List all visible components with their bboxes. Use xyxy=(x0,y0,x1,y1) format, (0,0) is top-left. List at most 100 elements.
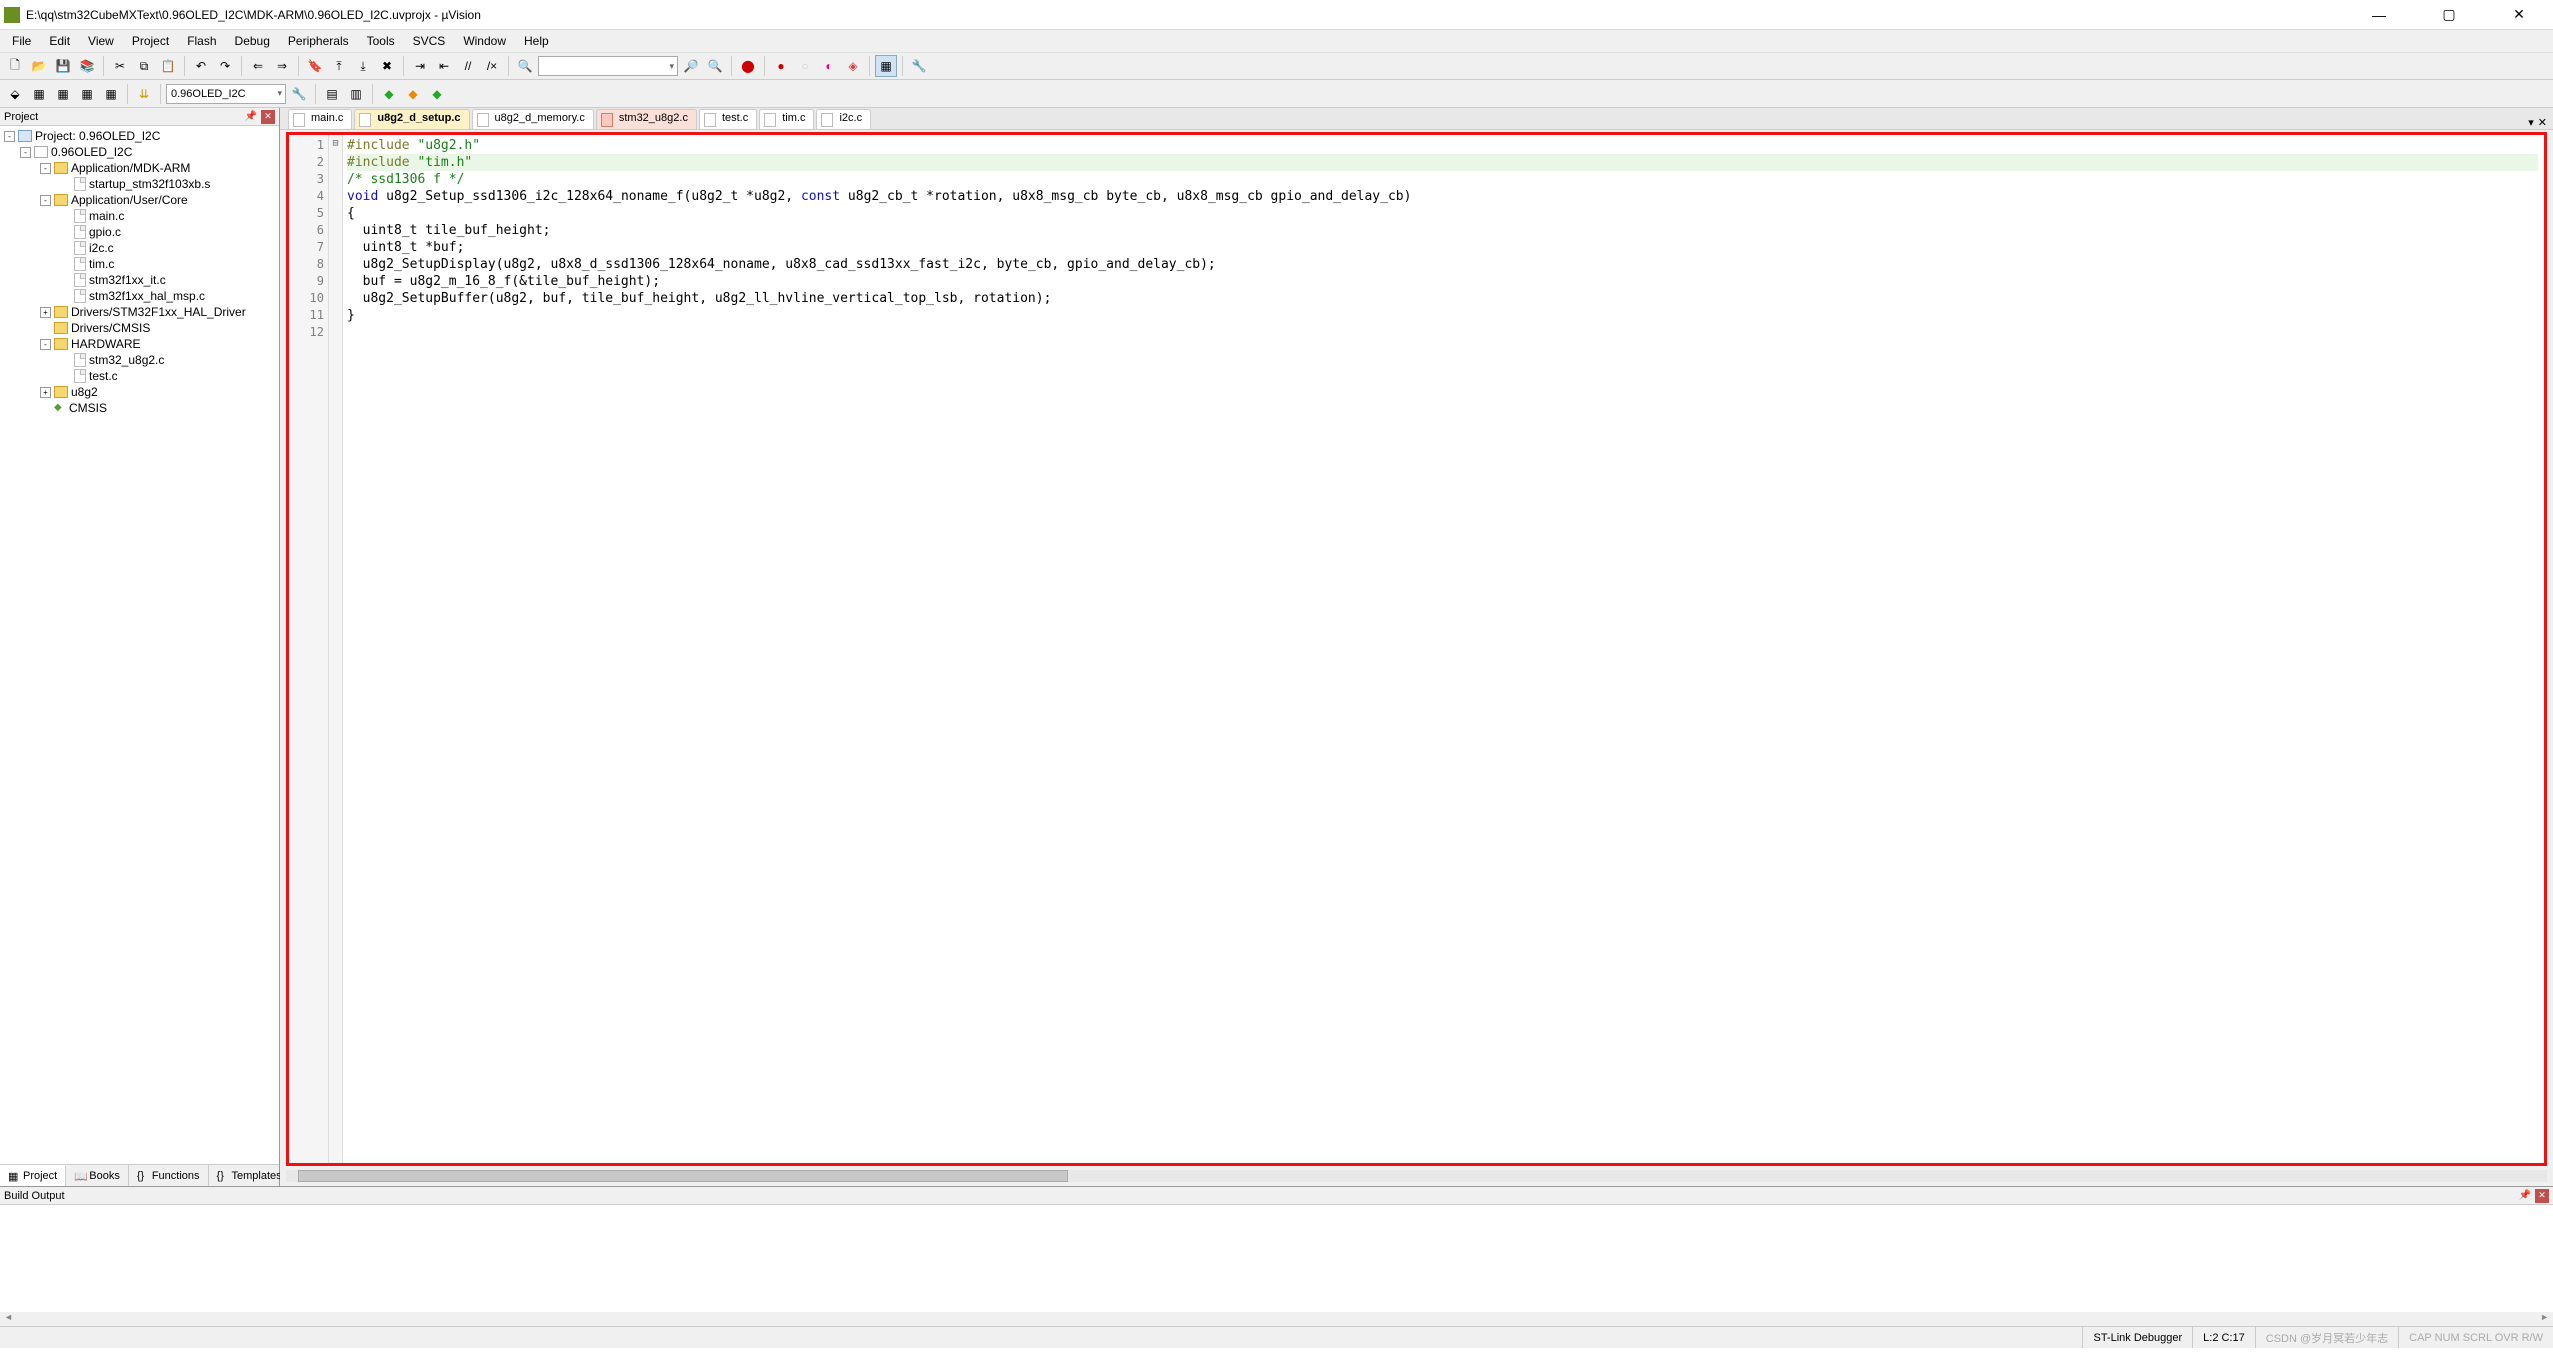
target-options-icon[interactable]: 🔧 xyxy=(288,83,310,105)
target-combo[interactable]: 0.96OLED_I2C xyxy=(166,84,286,104)
tree-node[interactable]: Drivers/CMSIS xyxy=(0,320,279,336)
menu-tools[interactable]: Tools xyxy=(359,32,403,50)
window-layout-icon[interactable]: ▦ xyxy=(875,55,897,77)
expand-icon[interactable]: + xyxy=(40,307,51,318)
expand-icon[interactable]: - xyxy=(40,163,51,174)
copy-icon[interactable]: ⧉ xyxy=(133,55,155,77)
panel-tab-functions[interactable]: {}Functions xyxy=(129,1165,209,1186)
doc-tab[interactable]: u8g2_d_memory.c xyxy=(472,109,594,129)
paste-icon[interactable]: 📋 xyxy=(157,55,179,77)
menu-window[interactable]: Window xyxy=(455,32,514,50)
project-tree[interactable]: -Project: 0.96OLED_I2C-0.96OLED_I2C-Appl… xyxy=(0,126,279,1164)
configure-icon[interactable]: 🔧 xyxy=(908,55,930,77)
menu-peripherals[interactable]: Peripherals xyxy=(280,32,357,50)
nav-fwd-icon[interactable]: ⇒ xyxy=(271,55,293,77)
uncomment-icon[interactable]: /× xyxy=(481,55,503,77)
download-icon[interactable]: ⇊ xyxy=(133,83,155,105)
save-all-icon[interactable]: 📚 xyxy=(76,55,98,77)
tree-node[interactable]: +u8g2 xyxy=(0,384,279,400)
expand-icon[interactable]: - xyxy=(20,147,31,158)
tree-node[interactable]: -0.96OLED_I2C xyxy=(0,144,279,160)
code-editor[interactable]: #include "u8g2.h"#include "tim.h"/* ssd1… xyxy=(343,135,2544,1163)
menu-debug[interactable]: Debug xyxy=(227,32,278,50)
menu-flash[interactable]: Flash xyxy=(179,32,224,50)
tree-node[interactable]: startup_stm32f103xb.s xyxy=(0,176,279,192)
menu-view[interactable]: View xyxy=(80,32,122,50)
tabs-dropdown-icon[interactable]: ▾ xyxy=(2528,116,2534,129)
expand-icon[interactable]: - xyxy=(40,195,51,206)
tree-node[interactable]: -Application/MDK-ARM xyxy=(0,160,279,176)
doc-tab[interactable]: u8g2_d_setup.c xyxy=(354,109,469,129)
tree-node[interactable]: i2c.c xyxy=(0,240,279,256)
nav-back-icon[interactable]: ⇐ xyxy=(247,55,269,77)
build-output-scrollbar[interactable]: ◄► xyxy=(0,1312,2553,1326)
bookmark-clear-icon[interactable]: ✖ xyxy=(376,55,398,77)
menu-project[interactable]: Project xyxy=(124,32,177,50)
doc-tab[interactable]: main.c xyxy=(288,109,352,129)
tree-node[interactable]: -HARDWARE xyxy=(0,336,279,352)
tree-node[interactable]: test.c xyxy=(0,368,279,384)
menu-help[interactable]: Help xyxy=(516,32,557,50)
panel-tab-books[interactable]: 📖Books xyxy=(66,1165,129,1186)
tree-node[interactable]: stm32f1xx_it.c xyxy=(0,272,279,288)
indent-icon[interactable]: ⇥ xyxy=(409,55,431,77)
breakpoint-insert-icon[interactable]: ● xyxy=(770,55,792,77)
doc-tab[interactable]: test.c xyxy=(699,109,757,129)
pin-icon[interactable]: 📌 xyxy=(2519,1190,2531,1201)
redo-icon[interactable]: ↷ xyxy=(214,55,236,77)
pin-icon[interactable]: 📌 xyxy=(245,111,257,122)
file-ext-icon[interactable]: ▥ xyxy=(345,83,367,105)
expand-icon[interactable]: + xyxy=(40,387,51,398)
doc-tab[interactable]: tim.c xyxy=(759,109,814,129)
expand-icon[interactable]: - xyxy=(40,339,51,350)
tabs-close-icon[interactable]: ✕ xyxy=(2538,116,2547,129)
rebuild-icon[interactable]: ▦ xyxy=(52,83,74,105)
tree-node[interactable]: -Project: 0.96OLED_I2C xyxy=(0,128,279,144)
close-button[interactable]: ✕ xyxy=(2499,5,2539,25)
tree-node[interactable]: +Drivers/STM32F1xx_HAL_Driver xyxy=(0,304,279,320)
new-file-icon[interactable]: 🗋 xyxy=(4,55,26,77)
bookmark-icon[interactable]: 🔖 xyxy=(304,55,326,77)
minimize-button[interactable]: — xyxy=(2359,5,2399,25)
build-output-body[interactable] xyxy=(0,1205,2553,1312)
tree-node[interactable]: main.c xyxy=(0,208,279,224)
comment-icon[interactable]: // xyxy=(457,55,479,77)
editor-h-scrollbar[interactable] xyxy=(286,1170,2547,1182)
incremental-find-icon[interactable]: 🔍 xyxy=(704,55,726,77)
save-icon[interactable]: 💾 xyxy=(52,55,74,77)
bookmark-prev-icon[interactable]: ⤒ xyxy=(328,55,350,77)
manage-rte-icon[interactable]: ◆ xyxy=(378,83,400,105)
find-in-files-icon[interactable]: 🔎 xyxy=(680,55,702,77)
pack-installer-icon[interactable]: ◆ xyxy=(426,83,448,105)
stop-build-icon[interactable]: ▦ xyxy=(100,83,122,105)
translate-icon[interactable]: ⬙ xyxy=(4,83,26,105)
tree-node[interactable]: stm32_u8g2.c xyxy=(0,352,279,368)
panel-tab-project[interactable]: ▦Project xyxy=(0,1165,66,1186)
menu-edit[interactable]: Edit xyxy=(41,32,78,50)
doc-tab[interactable]: stm32_u8g2.c xyxy=(596,109,697,129)
panel-close-icon[interactable]: ✕ xyxy=(261,110,275,124)
find-combo[interactable] xyxy=(538,56,678,76)
doc-tab[interactable]: i2c.c xyxy=(816,109,871,129)
select-packs-icon[interactable]: ◆ xyxy=(402,83,424,105)
open-file-icon[interactable]: 📂 xyxy=(28,55,50,77)
manage-items-icon[interactable]: ▤ xyxy=(321,83,343,105)
menu-file[interactable]: File xyxy=(4,32,39,50)
tree-node[interactable]: tim.c xyxy=(0,256,279,272)
cut-icon[interactable]: ✂ xyxy=(109,55,131,77)
bookmark-next-icon[interactable]: ⤓ xyxy=(352,55,374,77)
maximize-button[interactable]: ▢ xyxy=(2429,5,2469,25)
tree-node[interactable]: gpio.c xyxy=(0,224,279,240)
breakpoint-enable-icon[interactable]: ○ xyxy=(794,55,816,77)
expand-icon[interactable]: - xyxy=(4,131,15,142)
panel-close-icon[interactable]: ✕ xyxy=(2535,1189,2549,1203)
tree-node[interactable]: ◆CMSIS xyxy=(0,400,279,416)
tree-node[interactable]: stm32f1xx_hal_msp.c xyxy=(0,288,279,304)
outdent-icon[interactable]: ⇤ xyxy=(433,55,455,77)
breakpoint-disable-icon[interactable]: ◐ xyxy=(818,55,840,77)
find-scope-icon[interactable]: 🔍 xyxy=(514,55,536,77)
batch-build-icon[interactable]: ▦ xyxy=(76,83,98,105)
tree-node[interactable]: -Application/User/Core xyxy=(0,192,279,208)
panel-tab-templates[interactable]: {}Templates xyxy=(209,1165,291,1186)
undo-icon[interactable]: ↶ xyxy=(190,55,212,77)
